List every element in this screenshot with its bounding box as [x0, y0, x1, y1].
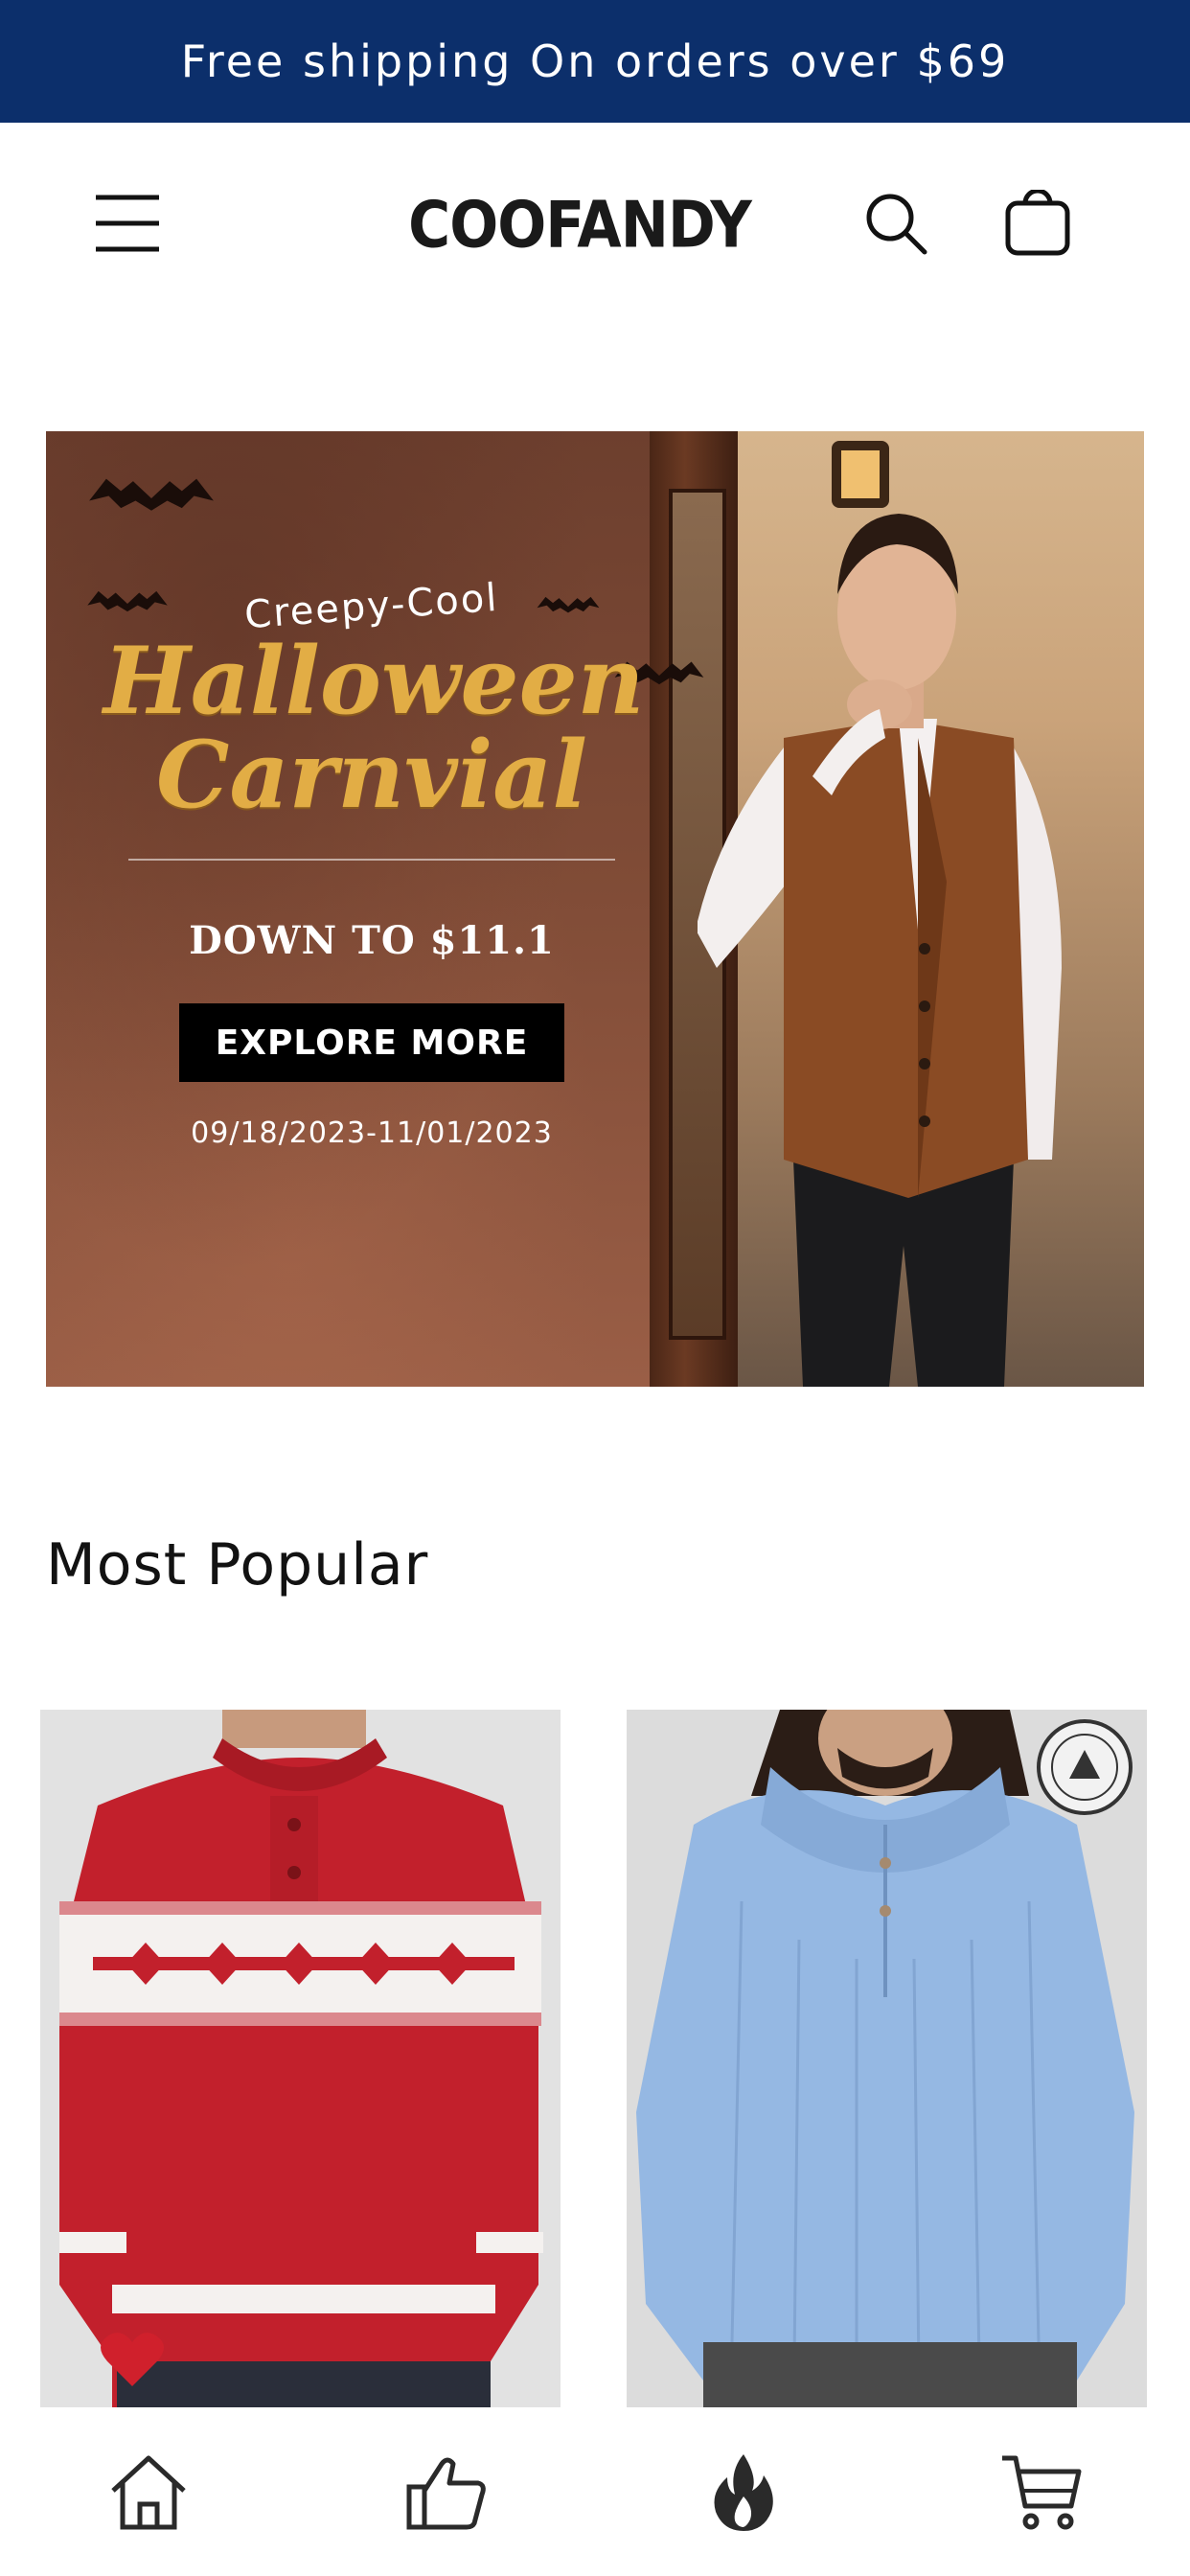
nav-home[interactable]: [96, 2439, 201, 2544]
brand-logo[interactable]: COOFANDY: [408, 188, 752, 263]
hero-title-line-2: Carnvial: [156, 721, 587, 829]
nav-recommended[interactable]: [394, 2439, 499, 2544]
nav-cart[interactable]: [989, 2439, 1094, 2544]
site-header: COOFANDY: [0, 123, 1190, 329]
nav-hot[interactable]: [691, 2439, 796, 2544]
hamburger-menu-icon: [96, 195, 159, 252]
hero-model-image: [698, 441, 1062, 1387]
hero-subtitle: DOWN TO $11.1: [189, 918, 555, 963]
product-card[interactable]: [627, 1710, 1147, 2407]
shopping-bag-icon: [1005, 190, 1070, 256]
bottom-navigation: [0, 2407, 1190, 2576]
product-card[interactable]: [40, 1710, 561, 2407]
hero-title-line-1: Halloween: [103, 627, 645, 735]
hero-text-block: Creepy-Cool Halloween Carnvial DOWN TO $…: [103, 576, 645, 1150]
hero-banner[interactable]: Creepy-Cool Halloween Carnvial DOWN TO $…: [46, 431, 1144, 1387]
cart-icon: [1001, 2455, 1082, 2530]
bat-icon: [89, 478, 214, 511]
hero-dates: 09/18/2023-11/01/2023: [191, 1116, 553, 1150]
hero-divider: [128, 859, 615, 861]
announcement-bar: Free shipping On orders over $69: [0, 0, 1190, 123]
product-image-red-sweater: [40, 1710, 561, 2407]
home-icon: [111, 2455, 186, 2530]
brand-logo-text: COOFANDY: [408, 187, 752, 264]
product-image-blue-hoodie-shirt: [627, 1710, 1147, 2407]
fire-icon: [714, 2454, 774, 2531]
explore-more-button[interactable]: EXPLORE MORE: [179, 1003, 564, 1082]
search-button[interactable]: [853, 180, 939, 266]
section-title: Most Popular: [46, 1531, 429, 1598]
search-icon: [866, 194, 927, 255]
menu-button[interactable]: [84, 180, 171, 266]
announcement-text: Free shipping On orders over $69: [180, 35, 1010, 87]
cart-button[interactable]: [995, 180, 1081, 266]
thumbs-up-icon: [406, 2457, 486, 2530]
